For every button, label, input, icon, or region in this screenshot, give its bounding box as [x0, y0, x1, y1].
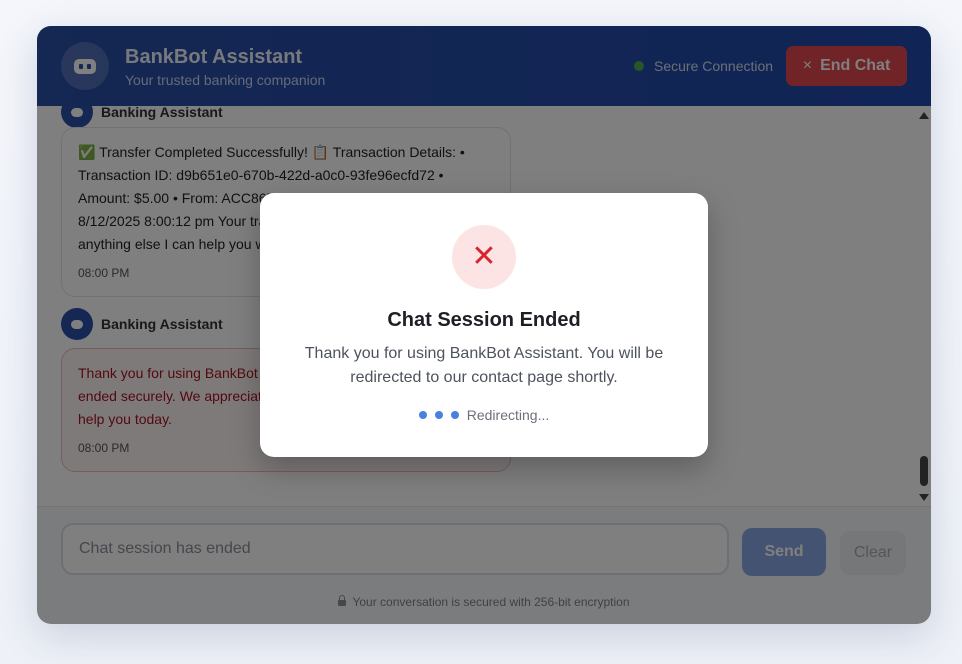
loading-dot-icon — [434, 411, 443, 419]
redirecting-label: Redirecting... — [466, 407, 550, 423]
loading-dot-icon — [450, 411, 459, 419]
error-x-icon: ✕ — [452, 225, 516, 289]
loading-dot-icon — [418, 411, 427, 419]
modal-message: Thank you for using BankBot Assistant. Y… — [304, 345, 664, 386]
modal-title: Chat Session Ended — [387, 309, 581, 331]
redirect-indicator: Redirecting... — [260, 407, 708, 423]
session-ended-modal: ✕ Chat Session Ended Thank you for using… — [260, 193, 708, 457]
